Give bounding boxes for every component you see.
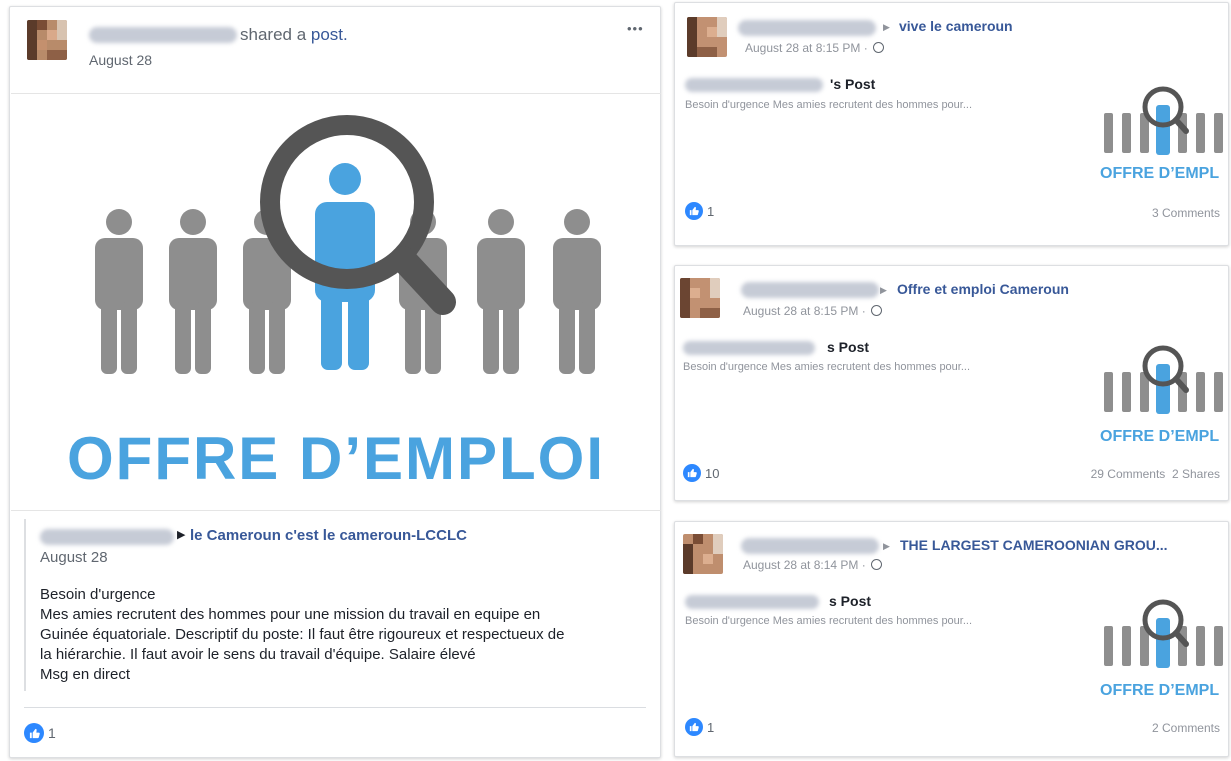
post-title[interactable]: s Post	[829, 593, 871, 609]
thumbnail-text: OFFRE D’EMPL	[1100, 428, 1220, 445]
post-time[interactable]: August 28 at 8:15 PM ·	[743, 304, 883, 318]
main-post-card: shared a post. August 28 ••• OFFRE D’EMP…	[9, 6, 661, 758]
body-line: la hiérarchie. Il faut avoir le sens du …	[40, 646, 476, 663]
like-count: 1	[707, 719, 715, 735]
like-icon	[685, 202, 703, 220]
avatar[interactable]	[27, 20, 67, 60]
globe-icon	[871, 559, 883, 570]
post-action: shared a post.	[240, 25, 348, 45]
group-post-card[interactable]: ▶ Offre et emploi Cameroun August 28 at …	[674, 265, 1229, 501]
post-excerpt: Besoin d'urgence Mes amies recrutent des…	[685, 615, 973, 627]
author-name-redacted[interactable]	[741, 282, 879, 298]
post-time-text: August 28 at 8:14 PM ·	[743, 558, 866, 572]
post-author-redacted	[685, 595, 819, 609]
reaction-count[interactable]: 1	[24, 723, 56, 743]
like-icon	[685, 718, 703, 736]
avatar[interactable]	[687, 17, 727, 57]
author-name-redacted[interactable]	[89, 27, 237, 43]
like-icon	[683, 464, 701, 482]
thumbnail-text: OFFRE D’EMPL	[1100, 682, 1220, 699]
post-time[interactable]: August 28 at 8:15 PM ·	[745, 41, 885, 55]
post-author-redacted	[683, 341, 815, 355]
shared-group-link[interactable]: le Cameroun c'est le cameroun-LCCLC	[190, 527, 467, 544]
thumbnail-text: OFFRE D’EMPL	[1100, 165, 1220, 182]
like-count: 1	[707, 203, 715, 219]
author-name-redacted[interactable]	[738, 20, 876, 36]
globe-icon	[871, 305, 883, 316]
post-stats[interactable]: 3 Comments	[1152, 206, 1220, 220]
job-offer-title: OFFRE D’EMPLOI	[67, 425, 605, 492]
avatar[interactable]	[680, 278, 720, 318]
shared-date[interactable]: August 28	[40, 549, 108, 566]
post-link[interactable]: post.	[311, 25, 348, 44]
shared-body: Besoin d'urgence Mes amies recrutent des…	[40, 585, 564, 685]
triangle-right-icon: ▶	[883, 541, 890, 551]
like-icon	[24, 723, 44, 743]
shared-author-redacted[interactable]	[40, 529, 174, 545]
like-count: 1	[48, 725, 56, 741]
triangle-right-icon: ▶	[880, 285, 887, 295]
post-time[interactable]: August 28 at 8:14 PM ·	[743, 558, 883, 572]
post-time-text: August 28 at 8:15 PM ·	[743, 304, 866, 318]
post-thumbnail[interactable]: OFFRE D’EMPL	[1100, 83, 1224, 187]
body-line: Mes amies recrutent des hommes pour une …	[40, 606, 541, 623]
author-name-redacted[interactable]	[741, 538, 879, 554]
body-line: Msg en direct	[40, 666, 131, 683]
post-date[interactable]: August 28	[89, 52, 152, 68]
post-thumbnail[interactable]: OFFRE D’EMPL	[1100, 596, 1224, 700]
group-link[interactable]: Offre et emploi Cameroun	[897, 281, 1069, 297]
post-title[interactable]: 's Post	[830, 76, 875, 92]
group-link[interactable]: THE LARGEST CAMEROONIAN GROU...	[900, 537, 1168, 553]
post-stats[interactable]: 2 Comments	[1152, 721, 1220, 735]
avatar[interactable]	[683, 534, 723, 574]
reaction-count[interactable]: 1	[685, 718, 714, 736]
post-time-text: August 28 at 8:15 PM ·	[745, 41, 868, 55]
triangle-right-icon: ▶	[883, 22, 890, 32]
group-post-card[interactable]: ▶ vive le cameroun August 28 at 8:15 PM …	[674, 2, 1229, 246]
divider	[24, 707, 646, 708]
group-post-card[interactable]: ▶ THE LARGEST CAMEROONIAN GROU... August…	[674, 521, 1229, 757]
job-offer-image[interactable]: OFFRE D’EMPLOI	[11, 93, 661, 511]
post-excerpt: Besoin d'urgence Mes amies recrutent des…	[685, 99, 973, 111]
post-author-redacted	[685, 78, 823, 92]
globe-icon	[873, 42, 885, 53]
body-line: Besoin d'urgence	[40, 586, 156, 603]
post-title[interactable]: s Post	[827, 339, 869, 355]
post-action-text: shared a	[240, 25, 311, 44]
more-icon[interactable]: •••	[627, 21, 644, 36]
like-count: 10	[705, 465, 720, 481]
triangle-right-icon: ▶	[177, 529, 186, 541]
body-line: Guinée équatoriale. Descriptif du poste:…	[40, 626, 565, 643]
thumbnail-illustration	[1104, 345, 1223, 414]
shared-post[interactable]: ▶ le Cameroun c'est le cameroun-LCCLC Au…	[24, 519, 644, 691]
post-stats[interactable]: 29 Comments 2 Shares	[1091, 467, 1220, 481]
thumbnail-illustration	[1104, 599, 1223, 668]
post-thumbnail[interactable]: OFFRE D’EMPL	[1100, 342, 1224, 446]
thumbnail-illustration	[1104, 86, 1223, 155]
post-excerpt: Besoin d'urgence Mes amies recrutent des…	[683, 361, 971, 373]
group-link[interactable]: vive le cameroun	[899, 18, 1013, 34]
reaction-count[interactable]: 10	[683, 464, 719, 482]
reaction-count[interactable]: 1	[685, 202, 714, 220]
